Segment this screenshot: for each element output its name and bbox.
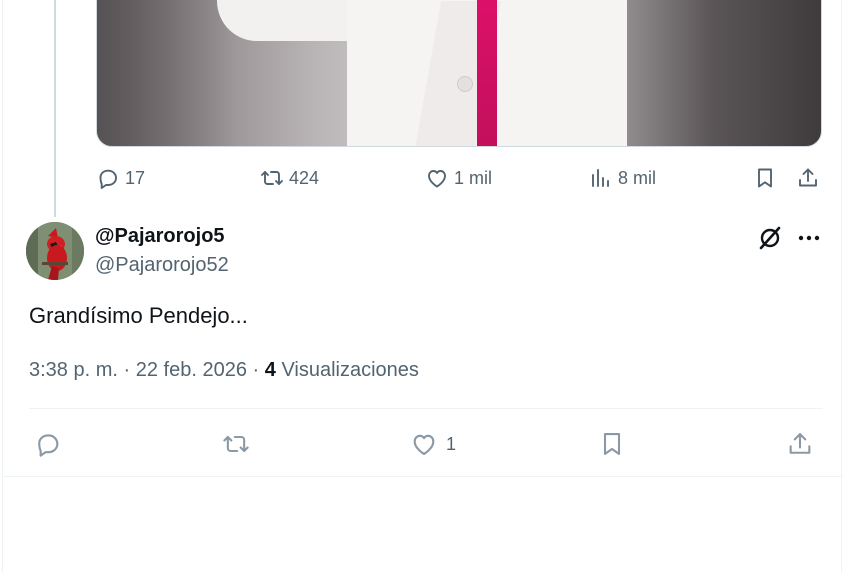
display-name[interactable]: @Pajarorojo5: [95, 225, 225, 248]
like-button[interactable]: 1: [410, 426, 456, 462]
share-button[interactable]: [786, 426, 814, 462]
views-button[interactable]: 8 mil: [589, 163, 656, 193]
views-number: 4: [264, 359, 276, 381]
like-count: 1: [446, 433, 457, 454]
meta-separator: ·: [123, 359, 131, 381]
reply-icon: [38, 434, 59, 457]
avatar[interactable]: [26, 222, 84, 280]
bookmark-icon: [603, 433, 621, 455]
bookmark-button[interactable]: [598, 426, 626, 462]
share-button[interactable]: [796, 163, 820, 193]
reply-count: 17: [125, 167, 146, 188]
reply-button[interactable]: [34, 426, 62, 462]
share-icon: [789, 433, 811, 454]
repost-icon: [223, 435, 249, 453]
reply-icon: [99, 169, 117, 189]
parent-action-bar: 17 424 1 mil 8 mil: [96, 163, 826, 193]
meta-separator-2: ·: [252, 359, 260, 381]
timeline-column: 17 424 1 mil 8 mil @Pajarorojo5 @Pajaror…: [2, 0, 843, 573]
like-button[interactable]: 1 mil: [425, 163, 492, 193]
repost-count: 424: [289, 167, 320, 188]
tweet-time[interactable]: 3:38 p. m.: [29, 359, 118, 381]
views-count: 8 mil: [618, 167, 657, 188]
repost-button[interactable]: 424: [260, 163, 319, 193]
divider: [29, 408, 823, 409]
more-options-button[interactable]: [796, 225, 822, 251]
tweet-action-bar: 1: [29, 426, 823, 462]
like-icon: [413, 434, 435, 455]
grok-button[interactable]: [757, 225, 783, 251]
grok-icon: [759, 226, 781, 250]
tweet-meta: 3:38 p. m. · 22 feb. 2026 · 4 Visualizac…: [29, 359, 419, 382]
tweet-text: Grandísimo Pendejo...: [29, 303, 248, 328]
like-icon: [428, 170, 446, 188]
more-icon: [798, 235, 820, 241]
views-icon: [592, 169, 609, 187]
bookmark-icon: [758, 168, 772, 188]
thread-line: [54, 0, 56, 217]
user-handle[interactable]: @Pajarorojo52: [95, 254, 229, 277]
cardinal-avatar-image: [26, 222, 84, 280]
views-label: Visualizaciones: [281, 359, 419, 381]
share-icon: [799, 168, 817, 187]
like-count: 1 mil: [454, 167, 493, 188]
bookmark-button[interactable]: [753, 163, 777, 193]
tweet-date[interactable]: 22 feb. 2026: [136, 359, 247, 381]
bottom-divider: [3, 476, 843, 477]
tweet-media-image[interactable]: [96, 0, 822, 147]
repost-button[interactable]: [222, 426, 250, 462]
repost-icon: [261, 171, 283, 185]
reply-button[interactable]: 17: [96, 163, 145, 193]
